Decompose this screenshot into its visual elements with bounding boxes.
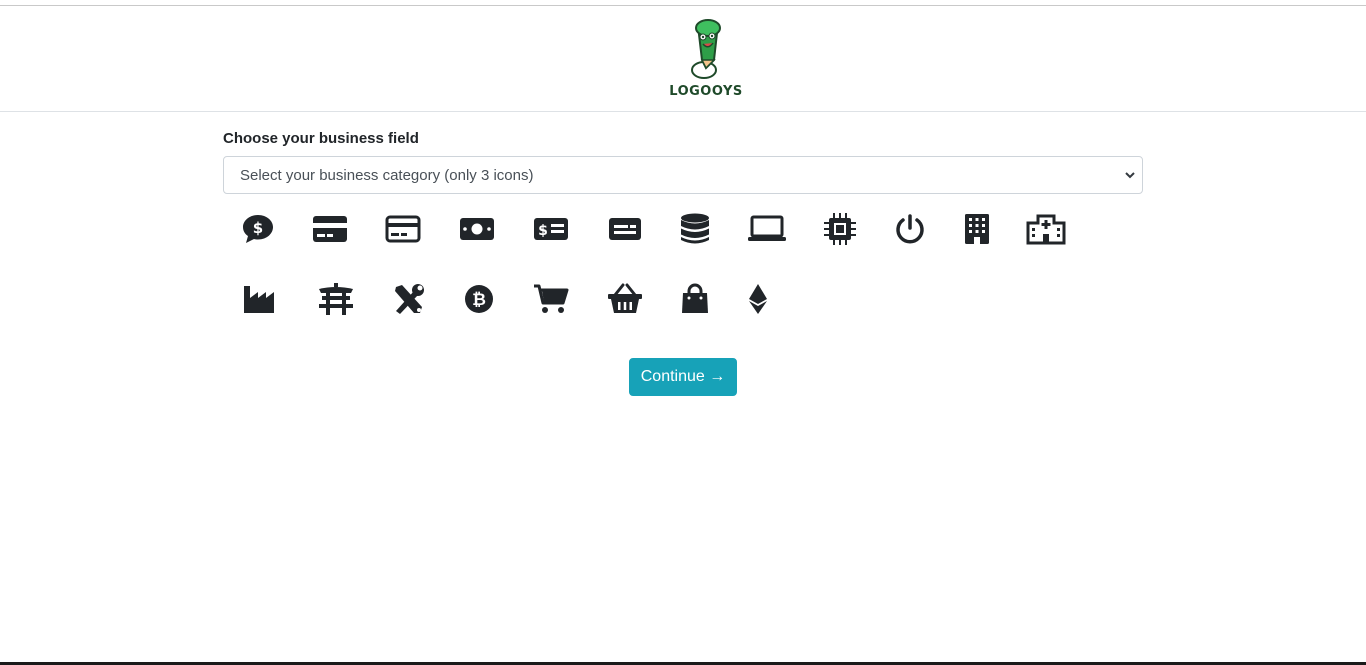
- site-header: LOGOOYS: [0, 6, 1366, 112]
- money-check-icon[interactable]: $: [529, 207, 573, 251]
- chevron-down-icon: [1125, 172, 1135, 179]
- database-icon[interactable]: [673, 207, 717, 251]
- icon-row-2: ₿: [223, 277, 1143, 327]
- id-card-icon[interactable]: [603, 207, 647, 251]
- microchip-icon[interactable]: [818, 207, 862, 251]
- shopping-basket-icon[interactable]: [603, 277, 647, 321]
- torii-gate-icon[interactable]: [314, 277, 358, 321]
- logo-text: LOGOOYS: [669, 84, 743, 99]
- icon-row-1: $ $: [223, 207, 1143, 257]
- logo[interactable]: LOGOOYS: [668, 10, 744, 100]
- continue-button[interactable]: Continue →: [629, 358, 737, 396]
- business-field-label: Choose your business field: [223, 130, 419, 147]
- credit-card-icon[interactable]: [308, 207, 352, 251]
- comment-dollar-icon[interactable]: $: [236, 207, 280, 251]
- money-bill-icon[interactable]: [455, 207, 499, 251]
- select-value: Select your business category (only 3 ic…: [240, 167, 534, 184]
- svg-text:₿: ₿: [472, 290, 486, 310]
- bitcoin-icon[interactable]: ₿: [457, 277, 501, 321]
- industry-icon[interactable]: [237, 277, 281, 321]
- business-category-select[interactable]: Select your business category (only 3 ic…: [223, 156, 1143, 194]
- svg-text:$: $: [538, 223, 548, 239]
- building-icon[interactable]: [955, 207, 999, 251]
- ethereum-icon[interactable]: [736, 277, 780, 321]
- credit-card-alt-icon[interactable]: [381, 207, 425, 251]
- tools-icon[interactable]: [387, 277, 431, 321]
- laptop-icon[interactable]: [745, 207, 789, 251]
- power-icon[interactable]: [888, 207, 932, 251]
- logo-mascot-icon: [691, 19, 721, 79]
- shopping-cart-icon[interactable]: [529, 277, 573, 321]
- hospital-icon[interactable]: [1024, 207, 1068, 251]
- shopping-bag-icon[interactable]: [673, 277, 717, 321]
- svg-text:$: $: [253, 219, 263, 237]
